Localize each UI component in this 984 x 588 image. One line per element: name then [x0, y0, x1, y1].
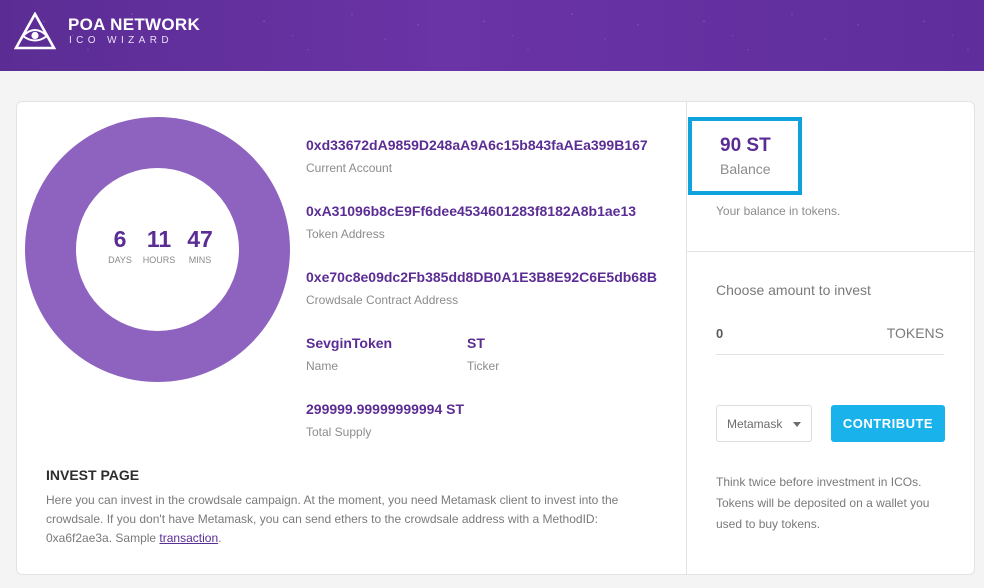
total-supply-field: 299999.99999999994 ST Total Supply — [306, 401, 464, 439]
crowdsale-address-value: 0xe70c8e09dc2Fb385dd8DB0A1E3B8E92C6E5db6… — [306, 269, 657, 285]
contribute-button[interactable]: CONTRIBUTE — [831, 405, 945, 442]
token-ticker-field: ST Ticker — [467, 335, 499, 373]
countdown-days: 6 DAYS — [100, 226, 140, 265]
hours-label: HOURS — [142, 255, 176, 265]
token-address-value: 0xA31096b8cE9Ff6dee4534601283f8182A8b1ae… — [306, 203, 637, 219]
invest-card: 6 DAYS 11 HOURS 47 MINS 0xd33672dA9859D2… — [16, 101, 975, 575]
wallet-select[interactable]: Metamask — [716, 405, 812, 442]
column-divider — [686, 102, 687, 574]
balance-label: Balance — [720, 161, 771, 177]
invest-description-end: . — [218, 531, 222, 545]
sample-transaction-link[interactable]: transaction — [159, 531, 218, 545]
token-name-label: Name — [306, 359, 339, 373]
app-title: POA NETWORK — [68, 15, 201, 34]
poa-eye-logo-icon — [14, 12, 56, 50]
current-account-value: 0xd33672dA9859D248aA9A6c15b843faAEa399B1… — [306, 137, 648, 153]
token-name-field: SevginToken Name — [306, 335, 392, 373]
token-address-label: Token Address — [306, 227, 385, 241]
balance-highlight: 90 ST Balance — [688, 117, 802, 195]
days-label: DAYS — [108, 255, 132, 265]
invest-description: Here you can invest in the crowdsale cam… — [46, 491, 666, 548]
sidebar-divider — [687, 251, 975, 252]
app-subtitle: ICO WIZARD — [69, 35, 173, 46]
token-ticker-label: Ticker — [467, 359, 500, 373]
current-account-field: 0xd33672dA9859D248aA9A6c15b843faAEa399B1… — [306, 137, 648, 175]
invest-description-text: Here you can invest in the crowdsale cam… — [46, 493, 619, 545]
invest-amount-input[interactable] — [716, 322, 866, 344]
crowdsale-address-field: 0xe70c8e09dc2Fb385dd8DB0A1E3B8E92C6E5db6… — [306, 269, 657, 307]
amount-unit-label: TOKENS — [886, 325, 944, 341]
countdown-hours: 11 HOURS — [139, 226, 179, 265]
wallet-select-value: Metamask — [727, 417, 783, 431]
hours-value: 11 — [146, 226, 172, 252]
mins-label: MINS — [188, 255, 212, 265]
current-account-label: Current Account — [306, 161, 393, 175]
total-supply-value: 299999.99999999994 ST — [306, 401, 465, 417]
choose-amount-label: Choose amount to invest — [716, 282, 871, 298]
crowdsale-address-label: Crowdsale Contract Address — [306, 293, 459, 307]
balance-note: Your balance in tokens. — [716, 204, 841, 218]
token-ticker-value: ST — [467, 335, 485, 351]
countdown-mins: 47 MINS — [180, 226, 220, 265]
amount-row: TOKENS — [716, 322, 944, 355]
total-supply-label: Total Supply — [306, 425, 372, 439]
mins-value: 47 — [187, 226, 213, 252]
invest-page-title: INVEST PAGE — [46, 467, 140, 483]
token-name-value: SevginToken — [306, 335, 393, 351]
chevron-down-icon — [793, 422, 801, 427]
investment-warning: Think twice before investment in ICOs. T… — [716, 475, 930, 531]
days-value: 6 — [113, 226, 127, 252]
app-header: POA NETWORK ICO WIZARD — [0, 0, 984, 71]
token-address-field: 0xA31096b8cE9Ff6dee4534601283f8182A8b1ae… — [306, 203, 636, 241]
balance-value: 90 ST — [720, 135, 771, 156]
